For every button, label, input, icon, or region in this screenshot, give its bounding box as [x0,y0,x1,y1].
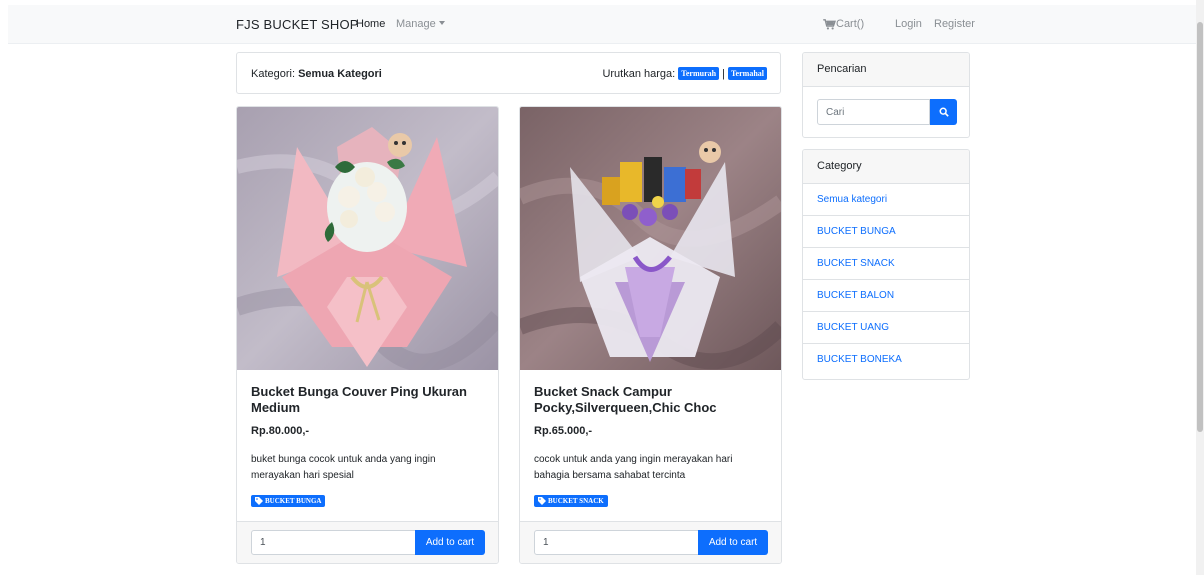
nav-home-link[interactable]: Home [356,18,385,30]
category-link-snack[interactable]: BUCKET SNACK [803,248,969,280]
quantity-input[interactable] [534,530,699,555]
product-category-badge[interactable]: BUCKET BUNGA [251,495,326,507]
category-link-boneka[interactable]: BUCKET BONEKA [803,344,969,376]
sort-expensive-link[interactable]: Termahal [727,67,767,80]
sort-label: Urutkan harga: [602,67,676,80]
quantity-input[interactable] [251,530,416,555]
brand-link[interactable]: FJS BUCKET SHOP [236,17,359,32]
category-panel-title: Category [803,150,969,184]
product-description: buket bunga cocok untuk anda yang ingin … [251,454,436,481]
product-category-label: BUCKET SNACK [548,497,604,505]
scrollbar-thumb[interactable] [1197,22,1203,432]
product-price: Rp.80.000,- [251,425,310,437]
search-panel-title: Pencarian [803,53,969,87]
product-card: Bucket Bunga Couver Ping Ukuran Medium R… [236,106,499,564]
nav-register-link[interactable]: Register [934,18,975,30]
add-to-cart-button[interactable]: Add to cart [698,530,768,555]
product-category-label: BUCKET BUNGA [265,497,322,505]
search-button[interactable] [930,99,957,125]
product-price: Rp.65.000,- [534,425,593,437]
top-navbar: FJS BUCKET SHOP Home Manage Cart() Login… [8,5,1196,44]
page-scrollbar[interactable] [1196,0,1204,575]
search-icon [939,107,949,117]
category-link-balon[interactable]: BUCKET BALON [803,280,969,312]
search-panel: Pencarian [802,52,970,138]
sort-controls: Urutkan harga: Termurah | Termahal [602,67,767,80]
product-category-badge[interactable]: BUCKET SNACK [534,495,608,507]
category-filter-label: Kategori: Semua Kategori [251,68,382,80]
category-link-semua[interactable]: Semua kategori [803,184,969,216]
card-footer: Add to cart [520,521,781,563]
nav-manage-label: Manage [396,18,436,30]
category-prefix: Kategori: [251,68,299,80]
nav-login-link[interactable]: Login [895,18,922,30]
card-footer: Add to cart [237,521,498,563]
product-card: Bucket Snack Campur Pocky,Silverqueen,Ch… [519,106,782,564]
nav-cart-link[interactable]: Cart() [823,18,864,30]
product-description: cocok untuk anda yang ingin merayakan ha… [534,454,733,481]
category-link-uang[interactable]: BUCKET UANG [803,312,969,344]
tag-icon [255,497,263,505]
sort-separator: | [722,67,725,80]
category-link-bunga[interactable]: BUCKET BUNGA [803,216,969,248]
search-input[interactable] [817,99,930,125]
category-current: Semua Kategori [298,68,382,80]
category-panel: Category Semua kategori BUCKET BUNGA BUC… [802,149,970,380]
product-image[interactable] [520,107,781,370]
add-to-cart-button[interactable]: Add to cart [415,530,485,555]
filter-bar: Kategori: Semua Kategori Urutkan harga: … [236,52,781,94]
product-title[interactable]: Bucket Snack Campur Pocky,Silverqueen,Ch… [534,384,769,416]
shopping-cart-icon [823,18,836,30]
product-image[interactable] [237,107,498,370]
nav-manage-dropdown[interactable]: Manage [396,18,445,30]
nav-cart-label: Cart() [836,18,865,30]
tag-icon [538,497,546,505]
sort-cheapest-link[interactable]: Termurah [678,67,720,80]
caret-down-icon [438,21,445,25]
product-title[interactable]: Bucket Bunga Couver Ping Ukuran Medium [251,384,486,416]
